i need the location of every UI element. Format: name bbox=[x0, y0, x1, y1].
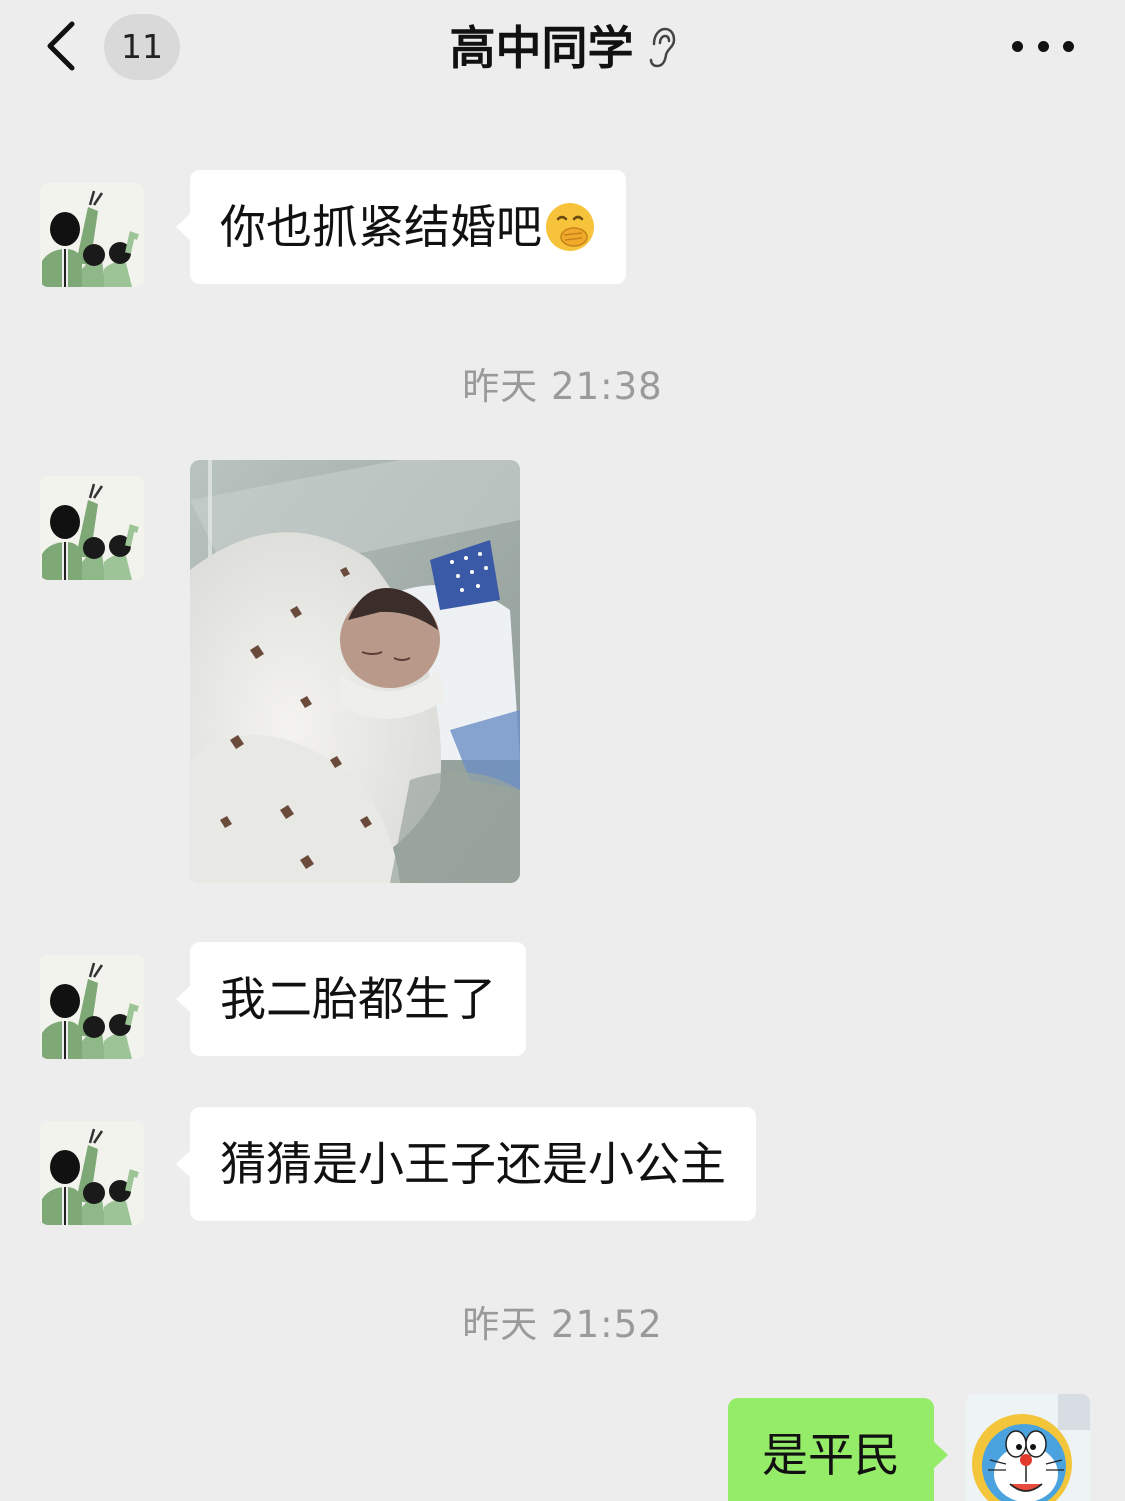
chat-title-text: 高中同学 bbox=[449, 21, 634, 75]
doraemon-avatar-icon bbox=[966, 1394, 1090, 1501]
message-timestamp: 昨天 21:38 bbox=[462, 365, 663, 408]
message-bubble[interactable]: 我二胎都生了 bbox=[176, 942, 526, 1056]
covering-mouth-emoji-icon bbox=[546, 202, 594, 251]
message-text: 猜猜是小王子还是小公主 bbox=[220, 1137, 726, 1191]
message-timestamp: 昨天 21:52 bbox=[462, 1303, 663, 1346]
friend-avatar[interactable] bbox=[40, 1121, 144, 1225]
friend-avatar-illustration-icon bbox=[40, 955, 144, 1059]
my-message-bubble[interactable]: 是平民 bbox=[728, 1398, 948, 1501]
message-text: 你也抓紧结婚吧 bbox=[220, 200, 542, 254]
image-message[interactable] bbox=[190, 460, 520, 883]
chat-screen: 11 高中同学 你也抓紧结婚吧 昨天 21:38 我二胎都生了 猜猜是小王子还是… bbox=[0, 0, 1125, 1501]
more-dot-icon bbox=[1037, 40, 1049, 52]
more-options-button[interactable] bbox=[1012, 36, 1074, 56]
my-avatar[interactable] bbox=[966, 1394, 1090, 1501]
message-text: 是平民 bbox=[762, 1428, 900, 1482]
message-bubble[interactable]: 你也抓紧结婚吧 bbox=[176, 170, 626, 284]
friend-avatar-illustration-icon bbox=[40, 476, 144, 580]
friend-avatar[interactable] bbox=[40, 955, 144, 1059]
ear-icon bbox=[649, 27, 675, 68]
more-dot-icon bbox=[1063, 40, 1074, 52]
friend-avatar[interactable] bbox=[40, 476, 144, 580]
chat-header: 11 高中同学 bbox=[0, 0, 1125, 96]
chat-title: 高中同学 bbox=[0, 18, 1125, 78]
message-bubble[interactable]: 猜猜是小王子还是小公主 bbox=[176, 1107, 756, 1221]
friend-avatar-illustration-icon bbox=[40, 183, 144, 287]
friend-avatar[interactable] bbox=[40, 183, 144, 287]
friend-avatar-illustration-icon bbox=[40, 1121, 144, 1225]
message-text: 我二胎都生了 bbox=[220, 972, 496, 1026]
more-dot-icon bbox=[1012, 40, 1023, 52]
newborn-baby-photo-icon bbox=[190, 460, 520, 883]
